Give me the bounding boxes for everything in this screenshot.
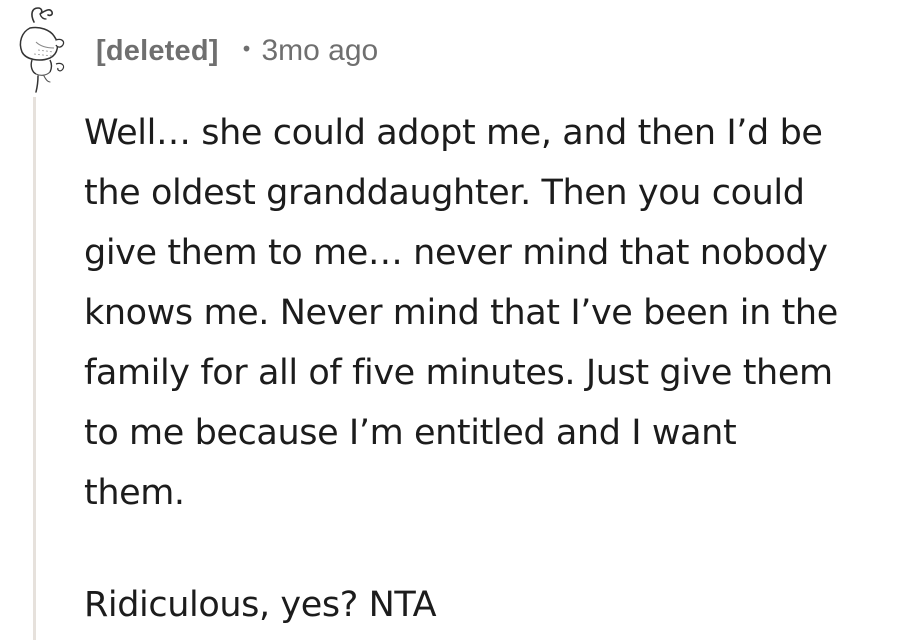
paragraph-2: Ridiculous, yes? NTA: [84, 575, 902, 635]
comment-meta: [deleted] • 3mo ago: [96, 31, 378, 71]
timestamp[interactable]: 3mo ago: [261, 34, 378, 68]
body-line: Ridiculous, yes? NTA: [84, 585, 437, 625]
avatar-icon[interactable]: [10, 2, 72, 94]
body-line: Well… she could adopt me, and then I’d b…: [84, 113, 823, 153]
comment-body: Well… she could adopt me, and then I’d b…: [84, 103, 902, 635]
body-line: give them to me… never mind that nobody: [84, 233, 828, 273]
author-name[interactable]: [deleted]: [96, 35, 219, 68]
paragraph-1: Well… she could adopt me, and then I’d b…: [84, 103, 902, 523]
body-line: family for all of five minutes. Just giv…: [84, 353, 833, 393]
thread-line[interactable]: [33, 97, 36, 640]
body-line: to me because I’m entitled and I want: [84, 413, 737, 453]
body-line: them.: [84, 473, 185, 513]
comment: [deleted] • 3mo ago Well… she could adop…: [0, 0, 907, 640]
separator-dot: •: [240, 37, 253, 61]
body-line: knows me. Never mind that I’ve been in t…: [84, 293, 838, 333]
body-line: the oldest granddaughter. Then you could: [84, 173, 805, 213]
